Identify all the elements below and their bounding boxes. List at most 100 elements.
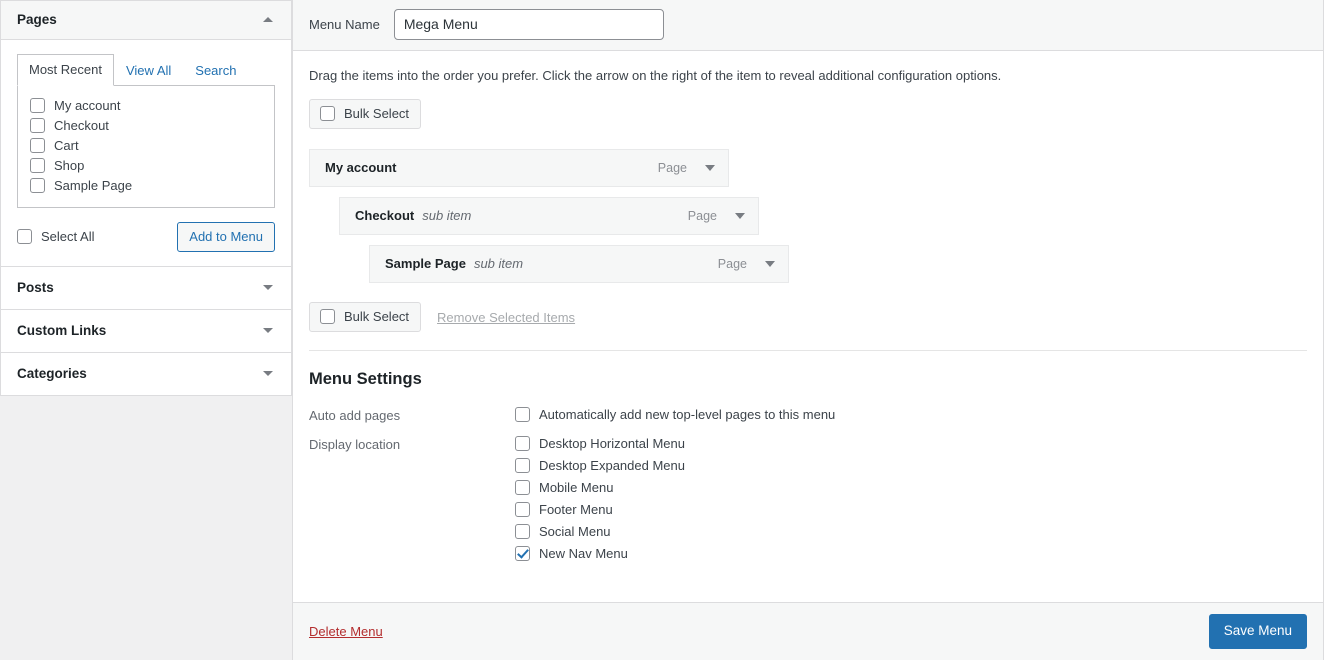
list-item[interactable]: My account [30, 96, 262, 116]
pages-list: My account Checkout Cart Shop Sample Pag… [17, 84, 275, 208]
bulk-select-bottom-button[interactable]: Bulk Select [309, 302, 422, 332]
menu-editor-main: Menu Name Drag the items into the order … [292, 0, 1324, 660]
menu-item-subtitle: sub item [422, 208, 472, 223]
menu-item-meta: Page [718, 257, 775, 271]
sidebar: Pages Most Recent View All Search My acc… [0, 0, 292, 660]
remove-selected-items-link[interactable]: Remove Selected Items [437, 310, 575, 325]
menu-item-type: Page [657, 160, 687, 175]
list-item-label: Sample Page [54, 177, 133, 193]
chevron-down-icon[interactable] [263, 371, 273, 377]
menu-item-labels: My account [325, 160, 405, 175]
pages-actions: Select All Add to Menu [17, 221, 275, 253]
menu-editor-page: Pages Most Recent View All Search My acc… [0, 0, 1324, 660]
bulk-select-checkbox[interactable] [320, 106, 335, 121]
save-menu-button[interactable]: Save Menu [1208, 613, 1307, 650]
pages-panel: Pages Most Recent View All Search My acc… [0, 0, 292, 267]
menu-item-title: My account [325, 160, 397, 175]
page-checkbox[interactable] [30, 97, 45, 113]
caret-down-icon[interactable] [705, 164, 715, 171]
list-item-label: Cart [54, 137, 79, 153]
list-item[interactable]: Shop [30, 156, 262, 176]
table-row[interactable]: My account Page [309, 149, 729, 187]
display-location-option[interactable]: Desktop Expanded Menu [515, 458, 685, 473]
menu-item-meta: Page [688, 209, 745, 223]
chevron-down-icon[interactable] [263, 285, 273, 291]
menu-items-list: My account Page Checkout sub item Page S… [309, 149, 1307, 283]
delete-menu-link[interactable]: Delete Menu [309, 624, 383, 639]
list-item-label: Checkout [54, 117, 109, 133]
menu-item-labels: Sample Page sub item [385, 256, 523, 271]
list-item-label: Shop [54, 157, 85, 173]
categories-panel-title: Categories [17, 366, 87, 382]
list-item[interactable]: Checkout [30, 116, 262, 136]
menu-item-type: Page [687, 208, 717, 223]
select-all-checkbox[interactable] [17, 228, 32, 244]
menu-editor-body: Drag the items into the order you prefer… [293, 51, 1323, 660]
select-all-label: Select All [41, 228, 95, 244]
auto-add-pages-option[interactable]: Automatically add new top-level pages to… [515, 407, 835, 422]
pages-panel-title: Pages [17, 12, 57, 27]
settings-divider [309, 350, 1307, 351]
page-checkbox[interactable] [30, 157, 45, 173]
editor-footer: Delete Menu Save Menu [293, 602, 1323, 660]
bulk-select-label: Bulk Select [344, 106, 410, 121]
menu-item-labels: Checkout sub item [355, 208, 471, 223]
display-location-checkbox[interactable] [515, 436, 530, 451]
bulk-select-checkbox[interactable] [320, 309, 335, 324]
drag-hint: Drag the items into the order you prefer… [309, 68, 1002, 83]
posts-panel-header[interactable]: Posts [1, 267, 291, 310]
auto-add-pages-row: Auto add pages Automatically add new top… [309, 407, 1307, 423]
bulk-select-label: Bulk Select [344, 309, 410, 324]
select-all-row[interactable]: Select All [17, 227, 94, 247]
custom-links-panel-title: Custom Links [17, 323, 107, 339]
table-row[interactable]: Checkout sub item Page [339, 197, 759, 235]
pages-panel-header[interactable]: Pages [1, 1, 291, 40]
display-location-option-label: Footer Menu [539, 502, 613, 517]
display-location-row: Display location Desktop Horizontal Menu… [309, 436, 1307, 561]
display-location-option-label: Desktop Horizontal Menu [539, 436, 685, 451]
chevron-up-icon[interactable] [263, 17, 273, 22]
list-item-label: My account [54, 97, 121, 113]
display-location-option[interactable]: Mobile Menu [515, 480, 685, 495]
auto-add-pages-checkbox[interactable] [515, 407, 530, 422]
display-location-checkbox[interactable] [515, 502, 530, 517]
menu-settings-title: Menu Settings [309, 370, 422, 388]
table-row[interactable]: Sample Page sub item Page [369, 245, 789, 283]
tab-most-recent[interactable]: Most Recent [17, 54, 114, 86]
add-to-menu-button[interactable]: Add to Menu [177, 221, 275, 253]
menu-item-title: Sample Page [385, 256, 466, 271]
display-location-label: Display location [309, 437, 401, 452]
tab-view-all[interactable]: View All [114, 55, 183, 86]
display-location-checkbox[interactable] [515, 458, 530, 473]
auto-add-pages-option-label: Automatically add new top-level pages to… [539, 407, 836, 422]
bulk-select-top-button[interactable]: Bulk Select [309, 99, 422, 129]
display-location-option-label: Desktop Expanded Menu [539, 458, 685, 473]
posts-panel-title: Posts [17, 280, 54, 296]
display-location-option[interactable]: New Nav Menu [515, 546, 685, 561]
display-location-checkbox[interactable] [515, 480, 530, 495]
categories-panel-header[interactable]: Categories [1, 353, 291, 396]
page-checkbox[interactable] [30, 137, 45, 153]
caret-down-icon[interactable] [765, 260, 775, 267]
display-location-checkbox[interactable] [515, 546, 530, 561]
auto-add-pages-options: Automatically add new top-level pages to… [515, 407, 835, 423]
display-location-option-label: New Nav Menu [539, 546, 628, 561]
menu-name-input[interactable] [393, 9, 664, 40]
display-location-option[interactable]: Social Menu [515, 524, 685, 539]
tab-search[interactable]: Search [183, 55, 248, 86]
custom-links-panel-header[interactable]: Custom Links [1, 310, 291, 353]
display-location-options: Desktop Horizontal Menu Desktop Expanded… [515, 436, 685, 561]
auto-add-pages-label: Auto add pages [309, 408, 401, 423]
page-checkbox[interactable] [30, 177, 45, 193]
display-location-option[interactable]: Desktop Horizontal Menu [515, 436, 685, 451]
display-location-checkbox[interactable] [515, 524, 530, 539]
page-checkbox[interactable] [30, 117, 45, 133]
bulk-actions-row: Bulk Select Remove Selected Items [309, 302, 1307, 332]
display-location-option[interactable]: Footer Menu [515, 502, 685, 517]
chevron-down-icon[interactable] [263, 328, 273, 334]
caret-down-icon[interactable] [735, 212, 745, 219]
display-location-option-label: Social Menu [539, 524, 611, 539]
list-item[interactable]: Cart [30, 136, 262, 156]
list-item[interactable]: Sample Page [30, 176, 262, 196]
menu-item-subtitle: sub item [473, 256, 524, 271]
